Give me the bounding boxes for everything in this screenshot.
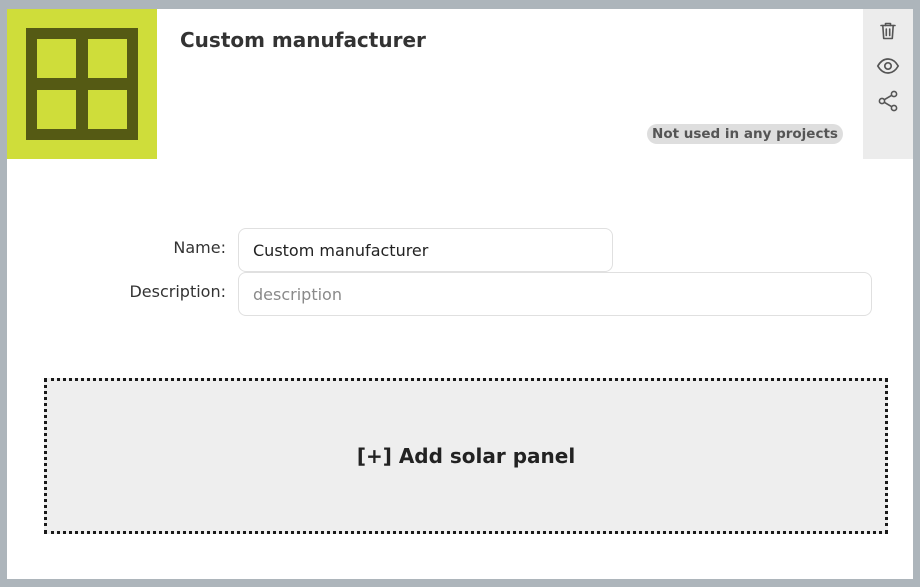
add-solar-panel-label: [+] Add solar panel (356, 444, 576, 468)
grid-icon (26, 28, 138, 140)
eye-icon (876, 58, 900, 74)
description-label: Description: (129, 282, 226, 301)
action-bar (863, 9, 913, 159)
view-button[interactable] (876, 54, 900, 78)
share-button[interactable] (876, 89, 900, 113)
manufacturer-card: Custom manufacturer Not used in any proj… (7, 9, 913, 579)
add-solar-panel-button[interactable]: [+] Add solar panel (44, 378, 888, 534)
manufacturer-title: Custom manufacturer (180, 28, 426, 52)
name-label: Name: (173, 238, 226, 257)
card-header: Custom manufacturer Not used in any proj… (7, 9, 913, 159)
trash-icon (880, 22, 896, 40)
share-icon (878, 90, 898, 112)
manufacturer-thumbnail (7, 9, 157, 159)
delete-button[interactable] (876, 19, 900, 43)
description-input[interactable] (238, 272, 872, 316)
usage-badge: Not used in any projects (647, 124, 843, 144)
name-input[interactable] (238, 228, 613, 272)
